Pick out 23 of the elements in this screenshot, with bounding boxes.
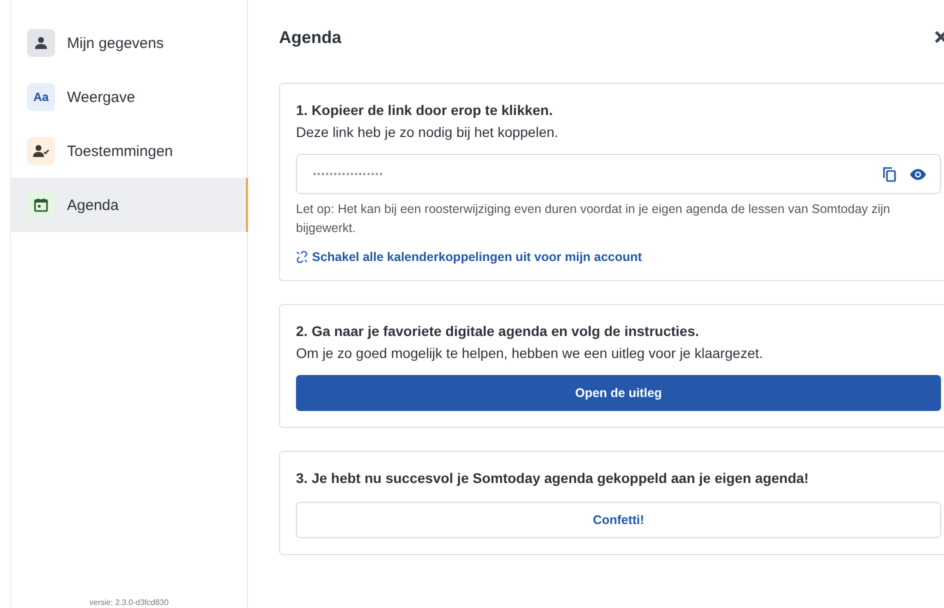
- copy-icon[interactable]: [883, 166, 896, 182]
- open-guide-button[interactable]: Open de uitleg: [296, 374, 941, 410]
- step-title: 1. Kopieer de link door erop te klikken.: [296, 102, 554, 118]
- text-size-icon: Aa: [33, 90, 49, 104]
- sidebar-item[interactable]: Aa Weergave: [11, 70, 248, 124]
- sidebar-item[interactable]: Mijn gegevens: [11, 16, 248, 70]
- broken-link-icon: [296, 250, 308, 262]
- calendar-icon: [34, 198, 48, 212]
- sidebar-item[interactable]: Toestemmingen: [11, 124, 248, 178]
- close-icon[interactable]: [934, 30, 944, 44]
- unlink-link[interactable]: Schakel alle kalenderkoppelingen uit voor mijn account: [296, 250, 642, 264]
- step-title: 3. Je hebt nu succesvol je Somtoday agenda gekoppeld aan je eigen agenda!: [296, 470, 810, 486]
- eye-icon[interactable]: [910, 168, 926, 180]
- page-title: Agenda: [279, 28, 342, 48]
- step-text: Deze link heb je zo nodig bij het koppelen.: [296, 124, 560, 140]
- person-icon: [34, 36, 48, 50]
- person-check-icon: [33, 144, 49, 158]
- step-text: Om je zo goed mogelijk te helpen, hebben we een uitleg voor je klaargezet.: [296, 344, 764, 360]
- version-text: versie: 2.3.0-d3fcd830: [88, 598, 170, 608]
- confetti-button[interactable]: Confetti!: [296, 502, 941, 538]
- step-title: 2. Ga naar je favoriete digitale agenda en volg de instructies.: [296, 322, 700, 338]
- note-text: Let op: Het kan bij een roosterwijziging even duren voordat in je eigen agenda de lessen van Somtoday zijn bijgewerkt.: [296, 201, 892, 237]
- sidebar-item[interactable]: Agenda: [11, 178, 248, 232]
